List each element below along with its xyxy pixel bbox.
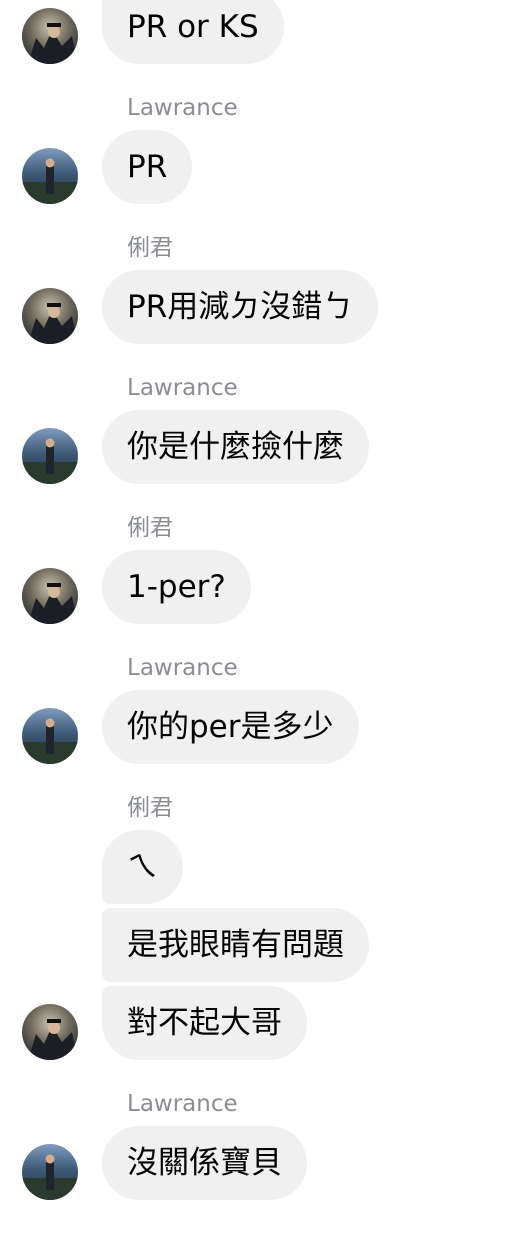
sender-name: Lawrance xyxy=(127,1091,238,1117)
lawrance-avatar[interactable] xyxy=(22,708,78,764)
lawrance-avatar[interactable] xyxy=(22,148,78,204)
sender-name: Lawrance xyxy=(127,375,238,401)
sender-name: Lawrance xyxy=(127,655,238,681)
profile-photo-outdoor-icon xyxy=(22,708,78,764)
message-bubble[interactable]: ㄟ xyxy=(102,830,183,904)
message-bubble[interactable]: 是我眼睛有問題 xyxy=(102,908,369,982)
profile-photo-outdoor-icon xyxy=(22,428,78,484)
message-bubble[interactable]: 1-per? xyxy=(102,550,251,624)
sender-name: Lawrance xyxy=(127,95,238,121)
message-bubble[interactable]: PR用減ㄉ沒錯ㄅ xyxy=(102,270,379,344)
message-bubble[interactable]: 你的per是多少 xyxy=(102,690,359,764)
lawrance-avatar[interactable] xyxy=(22,428,78,484)
lijun-avatar[interactable] xyxy=(22,288,78,344)
lijun-avatar[interactable] xyxy=(22,8,78,64)
lijun-avatar[interactable] xyxy=(22,568,78,624)
message-bubble[interactable]: 你是什麼撿什麼 xyxy=(102,410,369,484)
message-bubble[interactable]: PR or KS xyxy=(102,0,284,64)
profile-photo-graduation-icon xyxy=(22,288,78,344)
profile-photo-graduation-icon xyxy=(22,1004,78,1060)
profile-photo-outdoor-icon xyxy=(22,1144,78,1200)
profile-photo-graduation-icon xyxy=(22,568,78,624)
profile-photo-outdoor-icon xyxy=(22,148,78,204)
message-bubble[interactable]: PR xyxy=(102,130,193,204)
lijun-avatar[interactable] xyxy=(22,1004,78,1060)
sender-name: 俐君 xyxy=(127,795,173,821)
profile-photo-graduation-icon xyxy=(22,8,78,64)
message-bubble[interactable]: 對不起大哥 xyxy=(102,986,307,1060)
message-bubble[interactable]: 沒關係寶貝 xyxy=(102,1126,307,1200)
sender-name: 俐君 xyxy=(127,515,173,541)
lawrance-avatar[interactable] xyxy=(22,1144,78,1200)
sender-name: 俐君 xyxy=(127,235,173,261)
